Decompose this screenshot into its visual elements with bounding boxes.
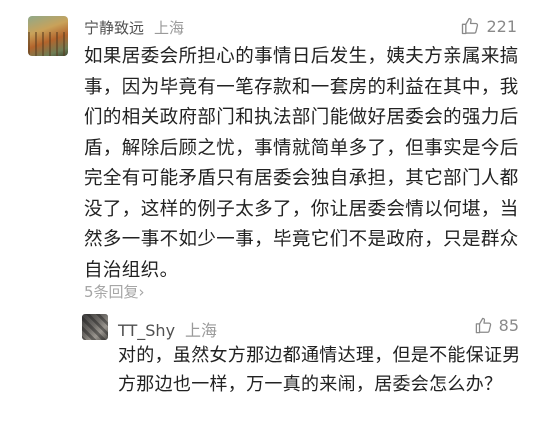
- chevron-right-icon: ›: [138, 283, 145, 301]
- reply-text: 对的，虽然女方那边都通情达理，但是不能保证男方那边也一样，万一真的来闹，居委会怎…: [118, 345, 521, 395]
- avatar-image: [82, 314, 108, 340]
- reply-meta: TT_Shy 上海: [118, 317, 217, 341]
- comment-like-count: 221: [486, 16, 517, 36]
- reply-like-count: 85: [498, 316, 519, 335]
- reply-location: 上海: [185, 321, 218, 340]
- view-replies-link[interactable]: 5条回复›: [84, 281, 145, 302]
- avatar-image: [28, 32, 68, 56]
- comment-text: 如果居委会所担心的事情日后发生，姨夫方亲属来搞事，因为毕竟有一笔存款和一套房的利…: [84, 46, 519, 281]
- reply-user-avatar[interactable]: [82, 314, 108, 340]
- comment-like-button[interactable]: 221: [460, 16, 517, 36]
- thumbs-up-icon: [462, 17, 479, 35]
- reply-username[interactable]: TT_Shy: [118, 321, 175, 340]
- reply-count-label: 5条回复: [84, 283, 139, 301]
- comment-meta: 宁静致远 上海: [84, 17, 184, 38]
- comment-location: 上海: [154, 19, 185, 37]
- thumbs-up-icon: [475, 317, 491, 334]
- user-avatar[interactable]: [28, 16, 68, 56]
- comment-username[interactable]: 宁静致远: [84, 19, 144, 37]
- reply-like-button[interactable]: 85: [474, 316, 519, 335]
